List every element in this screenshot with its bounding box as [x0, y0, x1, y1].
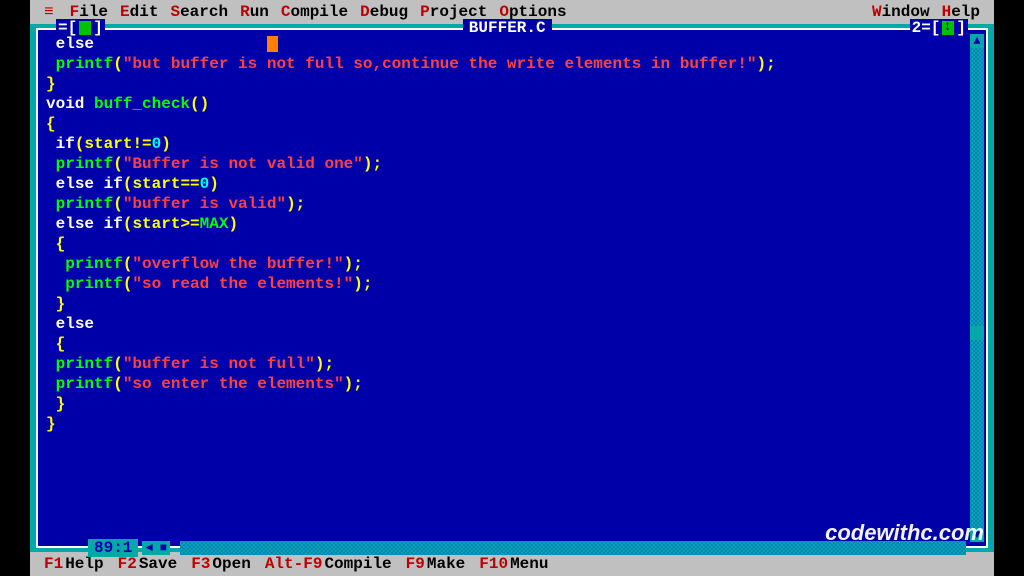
scroll-thumb[interactable] [970, 326, 984, 340]
code-line: { [46, 334, 978, 354]
code-line: } [46, 74, 978, 94]
editor-window: =[] BUFFER.C 2=[] else printf("but buffe… [36, 28, 988, 548]
code-line: { [46, 234, 978, 254]
code-line: if(start!=0) [46, 134, 978, 154]
scroll-left-icon[interactable]: ◄ [142, 541, 156, 555]
text-cursor [267, 36, 278, 52]
code-line: } [46, 414, 978, 434]
scroll-up-icon[interactable]: ▲ [970, 34, 984, 48]
vertical-scrollbar[interactable]: ▲ ▼ [970, 48, 984, 528]
code-line: void buff_check() [46, 94, 978, 114]
code-line: { [46, 114, 978, 134]
code-line: printf("but buffer is not full so,contin… [46, 54, 978, 74]
code-line: printf("buffer is not full"); [46, 354, 978, 374]
code-line: else if(start>=MAX) [46, 214, 978, 234]
code-line: } [46, 294, 978, 314]
code-line: printf("so enter the elements"); [46, 374, 978, 394]
hscroll-thumb[interactable]: ■ [156, 541, 170, 555]
code-line: printf("buffer is valid"); [46, 194, 978, 214]
code-line: else if(start==0) [46, 174, 978, 194]
code-line: } [46, 394, 978, 414]
code-line: printf("overflow the buffer!"); [46, 254, 978, 274]
code-editor[interactable]: else printf("but buffer is not full so,c… [38, 30, 986, 546]
code-line: printf("so read the elements!"); [46, 274, 978, 294]
code-line: else [46, 34, 978, 54]
cursor-position: 89:1 [88, 539, 138, 557]
watermark: codewithc.com [825, 520, 984, 546]
code-line: printf("Buffer is not valid one"); [46, 154, 978, 174]
code-line: else [46, 314, 978, 334]
